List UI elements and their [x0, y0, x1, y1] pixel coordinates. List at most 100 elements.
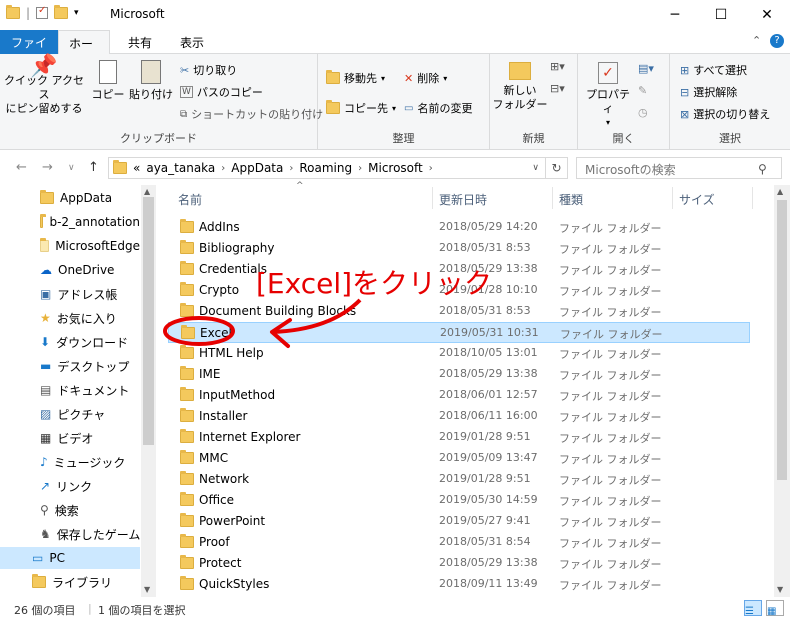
column-date[interactable]: 更新日時	[439, 191, 487, 208]
tab-home[interactable]: ホーム	[58, 30, 110, 68]
breadcrumb-item[interactable]: Microsoft	[368, 161, 423, 175]
nav-item-library[interactable]: ライブラリ	[0, 571, 140, 593]
nav-item-search[interactable]: ⚲ 検索	[0, 499, 140, 521]
nav-item-microsoftedge[interactable]: MicrosoftEdge	[0, 235, 140, 257]
nav-item-saved-games[interactable]: ♞ 保存したゲーム	[0, 523, 140, 545]
maximize-button[interactable]: ☐	[698, 0, 744, 30]
nav-item-contacts[interactable]: ▣ アドレス帳	[0, 283, 140, 305]
file-row[interactable]: PowerPoint 2019/05/27 9:41 ファイル フォルダー	[168, 511, 748, 532]
properties-icon[interactable]: ✓	[36, 5, 49, 19]
breadcrumb-item[interactable]: aya_tanaka	[146, 161, 215, 175]
breadcrumb-chevron-icon[interactable]: ›	[221, 163, 225, 174]
column-separator[interactable]	[752, 187, 753, 209]
file-list-scroll-thumb[interactable]	[777, 200, 787, 480]
breadcrumb-chevron-icon[interactable]: ›	[289, 163, 293, 174]
scroll-down-icon[interactable]: ▼	[777, 585, 783, 594]
rename-button[interactable]: ▭ 名前の変更	[404, 100, 472, 116]
large-icons-view-button[interactable]: ▦	[766, 600, 784, 617]
move-to-button[interactable]: 移動先 ▾	[326, 70, 385, 86]
file-row[interactable]: Proof 2018/05/31 8:54 ファイル フォルダー	[168, 532, 748, 553]
breadcrumb-chevron-icon[interactable]: ›	[358, 163, 362, 174]
file-row[interactable]: AddIns 2018/05/29 14:20 ファイル フォルダー	[168, 217, 748, 238]
nav-item-appdata[interactable]: AppData	[0, 187, 140, 209]
select-none-button[interactable]: ⊟ 選択解除	[680, 84, 737, 100]
new-item-button[interactable]: ⊞▾	[550, 60, 565, 73]
minimize-button[interactable]: ─	[652, 0, 698, 30]
address-input[interactable]: « aya_tanaka › AppData › Roaming › Micro…	[108, 157, 546, 179]
copy-path-button[interactable]: W パスのコピー	[180, 84, 263, 100]
breadcrumb-overflow[interactable]: «	[133, 161, 140, 175]
refresh-icon[interactable]: ↻	[546, 157, 568, 179]
file-row[interactable]: Internet Explorer 2019/01/28 9:51 ファイル フォル…	[168, 427, 748, 448]
edit-button[interactable]: ✎	[638, 84, 647, 97]
delete-button[interactable]: ✕ 削除 ▾	[404, 70, 447, 86]
column-name[interactable]: 名前	[178, 191, 202, 208]
file-row[interactable]: Network 2019/01/28 9:51 ファイル フォルダー	[168, 469, 748, 490]
column-separator[interactable]	[672, 187, 673, 209]
nav-scroll-thumb[interactable]	[143, 197, 154, 445]
cut-button[interactable]: ✂ 切り取り	[180, 62, 237, 78]
column-type[interactable]: 種類	[559, 191, 583, 208]
tab-file[interactable]: ファイル	[0, 30, 58, 67]
file-row[interactable]: Bibliography 2018/05/31 8:53 ファイル フォルダー	[168, 238, 748, 259]
tab-share[interactable]: 共有	[118, 30, 162, 54]
new-folder-icon[interactable]	[54, 5, 69, 19]
nav-item-annotation[interactable]: b-2_annotation	[0, 211, 140, 233]
file-row[interactable]: Installer 2018/06/11 16:00 ファイル フォルダー	[168, 406, 748, 427]
breadcrumb-chevron-icon[interactable]: ›	[429, 163, 433, 174]
help-icon[interactable]: ?	[770, 34, 784, 48]
file-row[interactable]: IME 2018/05/29 13:38 ファイル フォルダー	[168, 364, 748, 385]
back-arrow-icon[interactable]: ←	[16, 160, 27, 175]
easy-access-button[interactable]: ⊟▾	[550, 82, 565, 95]
close-button[interactable]: ✕	[744, 0, 790, 30]
up-arrow-icon[interactable]: ↑	[88, 160, 99, 175]
nav-item-links[interactable]: ↗ リンク	[0, 475, 140, 497]
file-row[interactable]: HTML Help 2018/10/05 13:01 ファイル フォルダー	[168, 343, 748, 364]
file-list-scrollbar[interactable]: ▲ ▼	[774, 185, 790, 597]
nav-item-documents[interactable]: ▤ ドキュメント	[0, 379, 140, 401]
recent-dropdown-icon[interactable]: ∨	[68, 163, 75, 173]
scroll-up-icon[interactable]: ▲	[144, 187, 150, 196]
nav-item-music[interactable]: ♪ ミュージック	[0, 451, 140, 473]
search-input[interactable]: Microsoftの検索	[576, 157, 782, 179]
address-dropdown-icon[interactable]: ∨	[532, 163, 539, 173]
open-button[interactable]: ▤▾	[638, 62, 654, 75]
paste-button[interactable]: 貼り付け	[128, 60, 174, 102]
details-view-button[interactable]: ☰	[744, 600, 762, 617]
history-button[interactable]: ◷	[638, 106, 648, 119]
column-separator[interactable]	[432, 187, 433, 209]
forward-arrow-icon[interactable]: →	[42, 160, 53, 175]
copy-button[interactable]: コピー	[88, 60, 128, 102]
breadcrumb-item[interactable]: AppData	[231, 161, 283, 175]
tab-view[interactable]: 表示	[170, 30, 214, 54]
scroll-up-icon[interactable]: ▲	[777, 187, 783, 196]
column-separator[interactable]	[552, 187, 553, 209]
invert-selection-button[interactable]: ⊠ 選択の切り替え	[680, 106, 770, 122]
file-row[interactable]: Excel 2019/05/31 10:31 ファイル フォルダー	[168, 322, 750, 343]
nav-item-pictures[interactable]: ▨ ピクチャ	[0, 403, 140, 425]
nav-item-downloads[interactable]: ⬇ ダウンロード	[0, 331, 140, 353]
nav-scrollbar[interactable]: ▲ ▼	[141, 185, 156, 597]
paste-shortcut-button[interactable]: ⧉ ショートカットの貼り付け	[180, 106, 323, 122]
file-row[interactable]: Document Building Blocks 2018/05/31 8:53 フ…	[168, 301, 748, 322]
nav-item-videos[interactable]: ▦ ビデオ	[0, 427, 140, 449]
file-row[interactable]: InputMethod 2018/06/01 12:57 ファイル フォルダー	[168, 385, 748, 406]
qat-dropdown-icon[interactable]: ▾	[74, 8, 79, 18]
nav-item-pc[interactable]: ▭ PC	[0, 547, 140, 569]
properties-button[interactable]: ✓ プロパティ ▾	[582, 62, 634, 130]
nav-item-desktop[interactable]: ▬ デスクトップ	[0, 355, 140, 377]
breadcrumb-item[interactable]: Roaming	[299, 161, 352, 175]
copy-to-button[interactable]: コピー先 ▾	[326, 100, 396, 116]
file-row[interactable]: MMC 2019/05/09 13:47 ファイル フォルダー	[168, 448, 748, 469]
file-row[interactable]: Office 2019/05/30 14:59 ファイル フォルダー	[168, 490, 748, 511]
column-size[interactable]: サイズ	[679, 191, 715, 208]
scroll-down-icon[interactable]: ▼	[144, 585, 150, 594]
nav-item-onedrive[interactable]: ☁ OneDrive	[0, 259, 140, 281]
nav-item-favorites[interactable]: ★ お気に入り	[0, 307, 140, 329]
ribbon-collapse-icon[interactable]: ⌃	[752, 34, 761, 47]
pin-quick-access-button[interactable]: 📌 クイック アクセス にピン留めする	[4, 56, 84, 116]
new-folder-button[interactable]: 新しい フォルダー	[492, 62, 548, 112]
file-row[interactable]: Protect 2018/05/29 13:38 ファイル フォルダー	[168, 553, 748, 574]
select-all-button[interactable]: ⊞ すべて選択	[680, 62, 747, 78]
file-row[interactable]: QuickStyles 2018/09/11 13:49 ファイル フォルダー	[168, 574, 748, 595]
